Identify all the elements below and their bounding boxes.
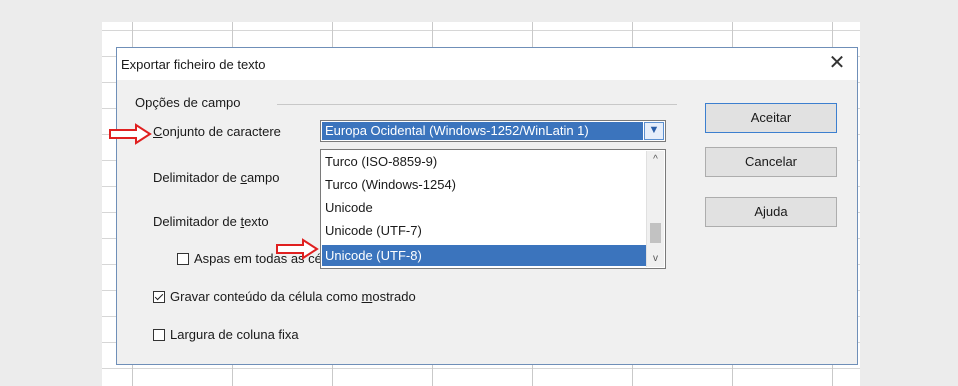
dropdown-option[interactable]: Unicode (UTF-7): [322, 220, 648, 241]
red-arrow-icon: [276, 238, 319, 260]
group-divider: [277, 104, 677, 105]
dropdown-option[interactable]: Unicode: [322, 197, 648, 218]
close-icon: ✕: [828, 52, 846, 74]
field-delimiter-label: Delimitador de campo: [153, 170, 280, 185]
chevron-down-icon[interactable]: ▼: [644, 122, 664, 140]
save-as-displayed-checkbox[interactable]: [153, 290, 165, 303]
export-text-dialog: Exportar ficheiro de texto ✕ Opções de c…: [116, 47, 858, 365]
charset-select[interactable]: Europa Ocidental (Windows-1252/WinLatin …: [320, 120, 666, 142]
dropdown-scrollbar[interactable]: ^ v: [646, 151, 664, 267]
chevron-up-icon[interactable]: ^: [647, 151, 664, 168]
dropdown-option-selected[interactable]: Unicode (UTF-8): [322, 245, 648, 266]
quote-all-checkbox[interactable]: [177, 252, 189, 265]
text-delimiter-label: Delimitador de texto: [153, 214, 269, 229]
dropdown-option[interactable]: Turco (ISO-8859-9): [322, 151, 648, 172]
help-button[interactable]: Ajuda: [705, 197, 837, 227]
close-button[interactable]: ✕: [825, 52, 849, 76]
save-as-displayed-row[interactable]: Gravar conteúdo da célula como mostrado: [153, 289, 416, 304]
dropdown-option[interactable]: Turco (Windows-1254): [322, 174, 648, 195]
scrollbar-thumb[interactable]: [650, 223, 661, 243]
ok-button[interactable]: Aceitar: [705, 103, 837, 133]
save-as-displayed-label: Gravar conteúdo da célula como mostrado: [170, 289, 416, 304]
cancel-button[interactable]: Cancelar: [705, 147, 837, 177]
title-bar: Exportar ficheiro de texto ✕: [117, 48, 857, 80]
dialog-title: Exportar ficheiro de texto: [121, 57, 266, 72]
charset-selected-value: Europa Ocidental (Windows-1252/WinLatin …: [322, 122, 643, 140]
fixed-width-label: Largura de coluna fixa: [170, 327, 299, 342]
charset-dropdown-list[interactable]: Turco (ISO-8859-9) Turco (Windows-1254) …: [320, 149, 666, 269]
charset-label: Conjunto de caractere: [153, 124, 281, 139]
fixed-width-checkbox[interactable]: [153, 328, 165, 341]
fixed-width-row[interactable]: Largura de coluna fixa: [153, 327, 299, 342]
red-arrow-icon: [109, 123, 152, 145]
field-options-group-label: Opções de campo: [135, 95, 247, 110]
chevron-down-icon[interactable]: v: [647, 250, 664, 267]
